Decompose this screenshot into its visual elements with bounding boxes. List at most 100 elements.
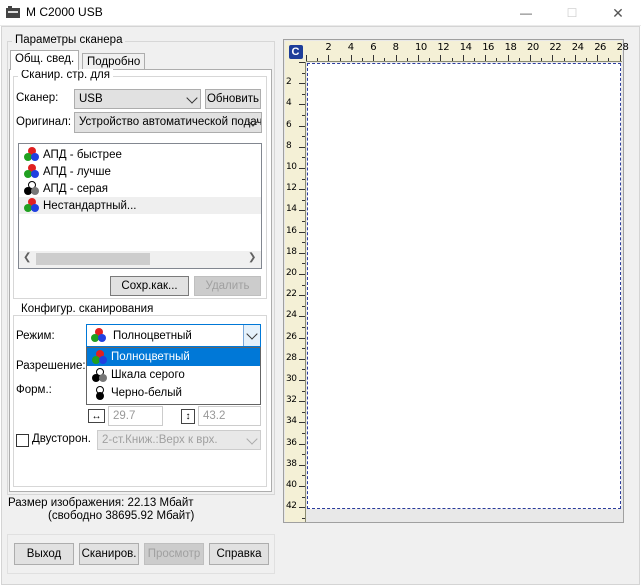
ruler-label: 4 [347,42,354,53]
ruler-tick [451,58,453,61]
list-item[interactable]: Черно-белый [87,384,260,402]
grayscale-mode-icon [24,181,40,196]
ruler-label: 28 [616,42,629,53]
ruler-label: 4 [286,98,292,109]
ruler-tick [299,104,305,106]
ruler-tick [418,55,419,61]
duplex-checkbox[interactable] [16,434,29,447]
ruler-tick [586,58,587,61]
chevron-down-icon [186,92,198,104]
ruler-label: 40 [286,480,297,490]
list-item[interactable]: Нестандартный... [19,197,261,214]
ruler-tick [328,55,330,61]
ruler-label: 28 [286,352,297,363]
ruler-label: 36 [286,437,297,448]
duplex-select[interactable]: 2-ст.Книж.:Верх к врх. [97,430,261,450]
ruler-label: 26 [286,331,297,342]
ruler-label: 24 [571,42,584,53]
ruler-label: 38 [286,458,297,469]
ruler-tick [299,486,305,487]
format-label: Форм.: [16,384,52,396]
ruler-tick [299,210,305,212]
scroll-right-icon[interactable]: ❯ [248,252,256,263]
ruler-tick [302,284,305,286]
ruler-tick [597,55,599,61]
original-value: Устройство автоматической подачи [79,116,262,128]
ruler-unit-button[interactable]: C [285,41,306,62]
ruler-tick [299,83,305,85]
mode-select[interactable]: Полноцветный [86,324,261,347]
ruler-tick [302,517,305,519]
ruler-tick [608,58,610,61]
tab-details[interactable]: Подробно [82,53,146,70]
list-item[interactable]: АПД - лучше [19,163,261,180]
ruler-tick [406,58,408,61]
ruler-tick [302,242,305,244]
scrollbar-thumb[interactable] [36,253,150,265]
list-item[interactable]: Шкала серого [87,366,260,384]
mode-dropdown-list[interactable]: Полноцветный Шкала серого Черно-белый [86,347,261,405]
ruler-label: 30 [286,374,297,384]
ruler-label: 12 [437,42,450,53]
ruler-label: 6 [286,119,292,130]
left-ruler: 2 4 6 8 10 12 14 16 18 20 22 24 26 28 30 32 34 36 38 40 42 [285,62,306,522]
refresh-button[interactable]: Обновить [205,89,261,109]
ruler-tick [299,168,305,169]
save-as-button[interactable]: Сохр.как... [110,276,189,296]
ruler-tick [541,58,543,61]
ruler-label: 14 [459,42,472,53]
ruler-tick [302,369,305,371]
scroll-left-icon[interactable]: ❮ [23,252,31,263]
ruler-tick [429,58,431,61]
ruler-label: 18 [286,246,297,257]
maximize-icon: ☐ [566,6,578,20]
minimize-button[interactable]: — [503,0,549,26]
ruler-tick [317,58,319,61]
ruler-tick [574,55,576,61]
ruler-label: 20 [527,42,539,53]
ruler-label: 22 [286,289,297,300]
tab-general[interactable]: Общ. свед. [10,50,80,70]
scan-page-canvas[interactable] [307,63,621,509]
scanner-params-label: Параметры сканера [12,34,126,46]
resolution-label: Разрешение: [16,360,86,372]
width-input[interactable]: 29.7 [108,406,163,426]
duplex-label: Двусторон. [32,433,91,445]
ruler-label: 10 [286,162,297,172]
ruler-tick [302,348,305,350]
color-mode-icon [92,349,108,365]
original-select[interactable]: Устройство автоматической подачи [74,112,262,133]
preset-list[interactable]: АПД - быстрее АПД - лучше АПД - серая Не… [18,143,262,269]
delete-button[interactable]: Удалить [194,276,261,296]
ruler-label: 10 [415,42,427,53]
scan-button[interactable]: Сканиров. [79,543,139,565]
preview-button[interactable]: Просмотр [144,543,204,565]
height-input[interactable]: 43.2 [198,406,261,426]
ruler-tick [350,55,352,61]
help-button[interactable]: Справка [209,543,269,565]
scan-config-label: Конфигур. сканирования [18,303,157,315]
height-arrows-icon: ↕ [181,409,195,424]
ruler-tick [299,464,305,466]
ruler-tick [306,55,307,61]
list-item[interactable]: АПД - быстрее [19,146,261,163]
ruler-tick [302,199,305,201]
mode-dropdown-button[interactable] [243,325,260,346]
ruler-label: 14 [286,204,297,215]
close-button[interactable]: ✕ [595,0,641,26]
exit-button[interactable]: Выход [14,543,74,565]
ruler-tick [440,55,442,61]
ruler-label: 8 [286,140,292,151]
horizontal-scrollbar[interactable]: ❮ ❯ [19,251,261,268]
ruler-tick [474,58,475,61]
color-mode-icon [24,164,40,179]
scanner-select[interactable]: USB [74,89,201,109]
ruler-tick [302,305,305,307]
list-item[interactable]: Полноцветный [87,348,260,366]
maximize-button[interactable]: ☐ [549,0,595,26]
list-item[interactable]: АПД - серая [19,180,261,197]
ruler-tick [302,93,305,95]
window-title: M C2000 USB [26,5,103,19]
scanner-value: USB [79,93,103,105]
ruler-label: 42 [286,501,297,512]
